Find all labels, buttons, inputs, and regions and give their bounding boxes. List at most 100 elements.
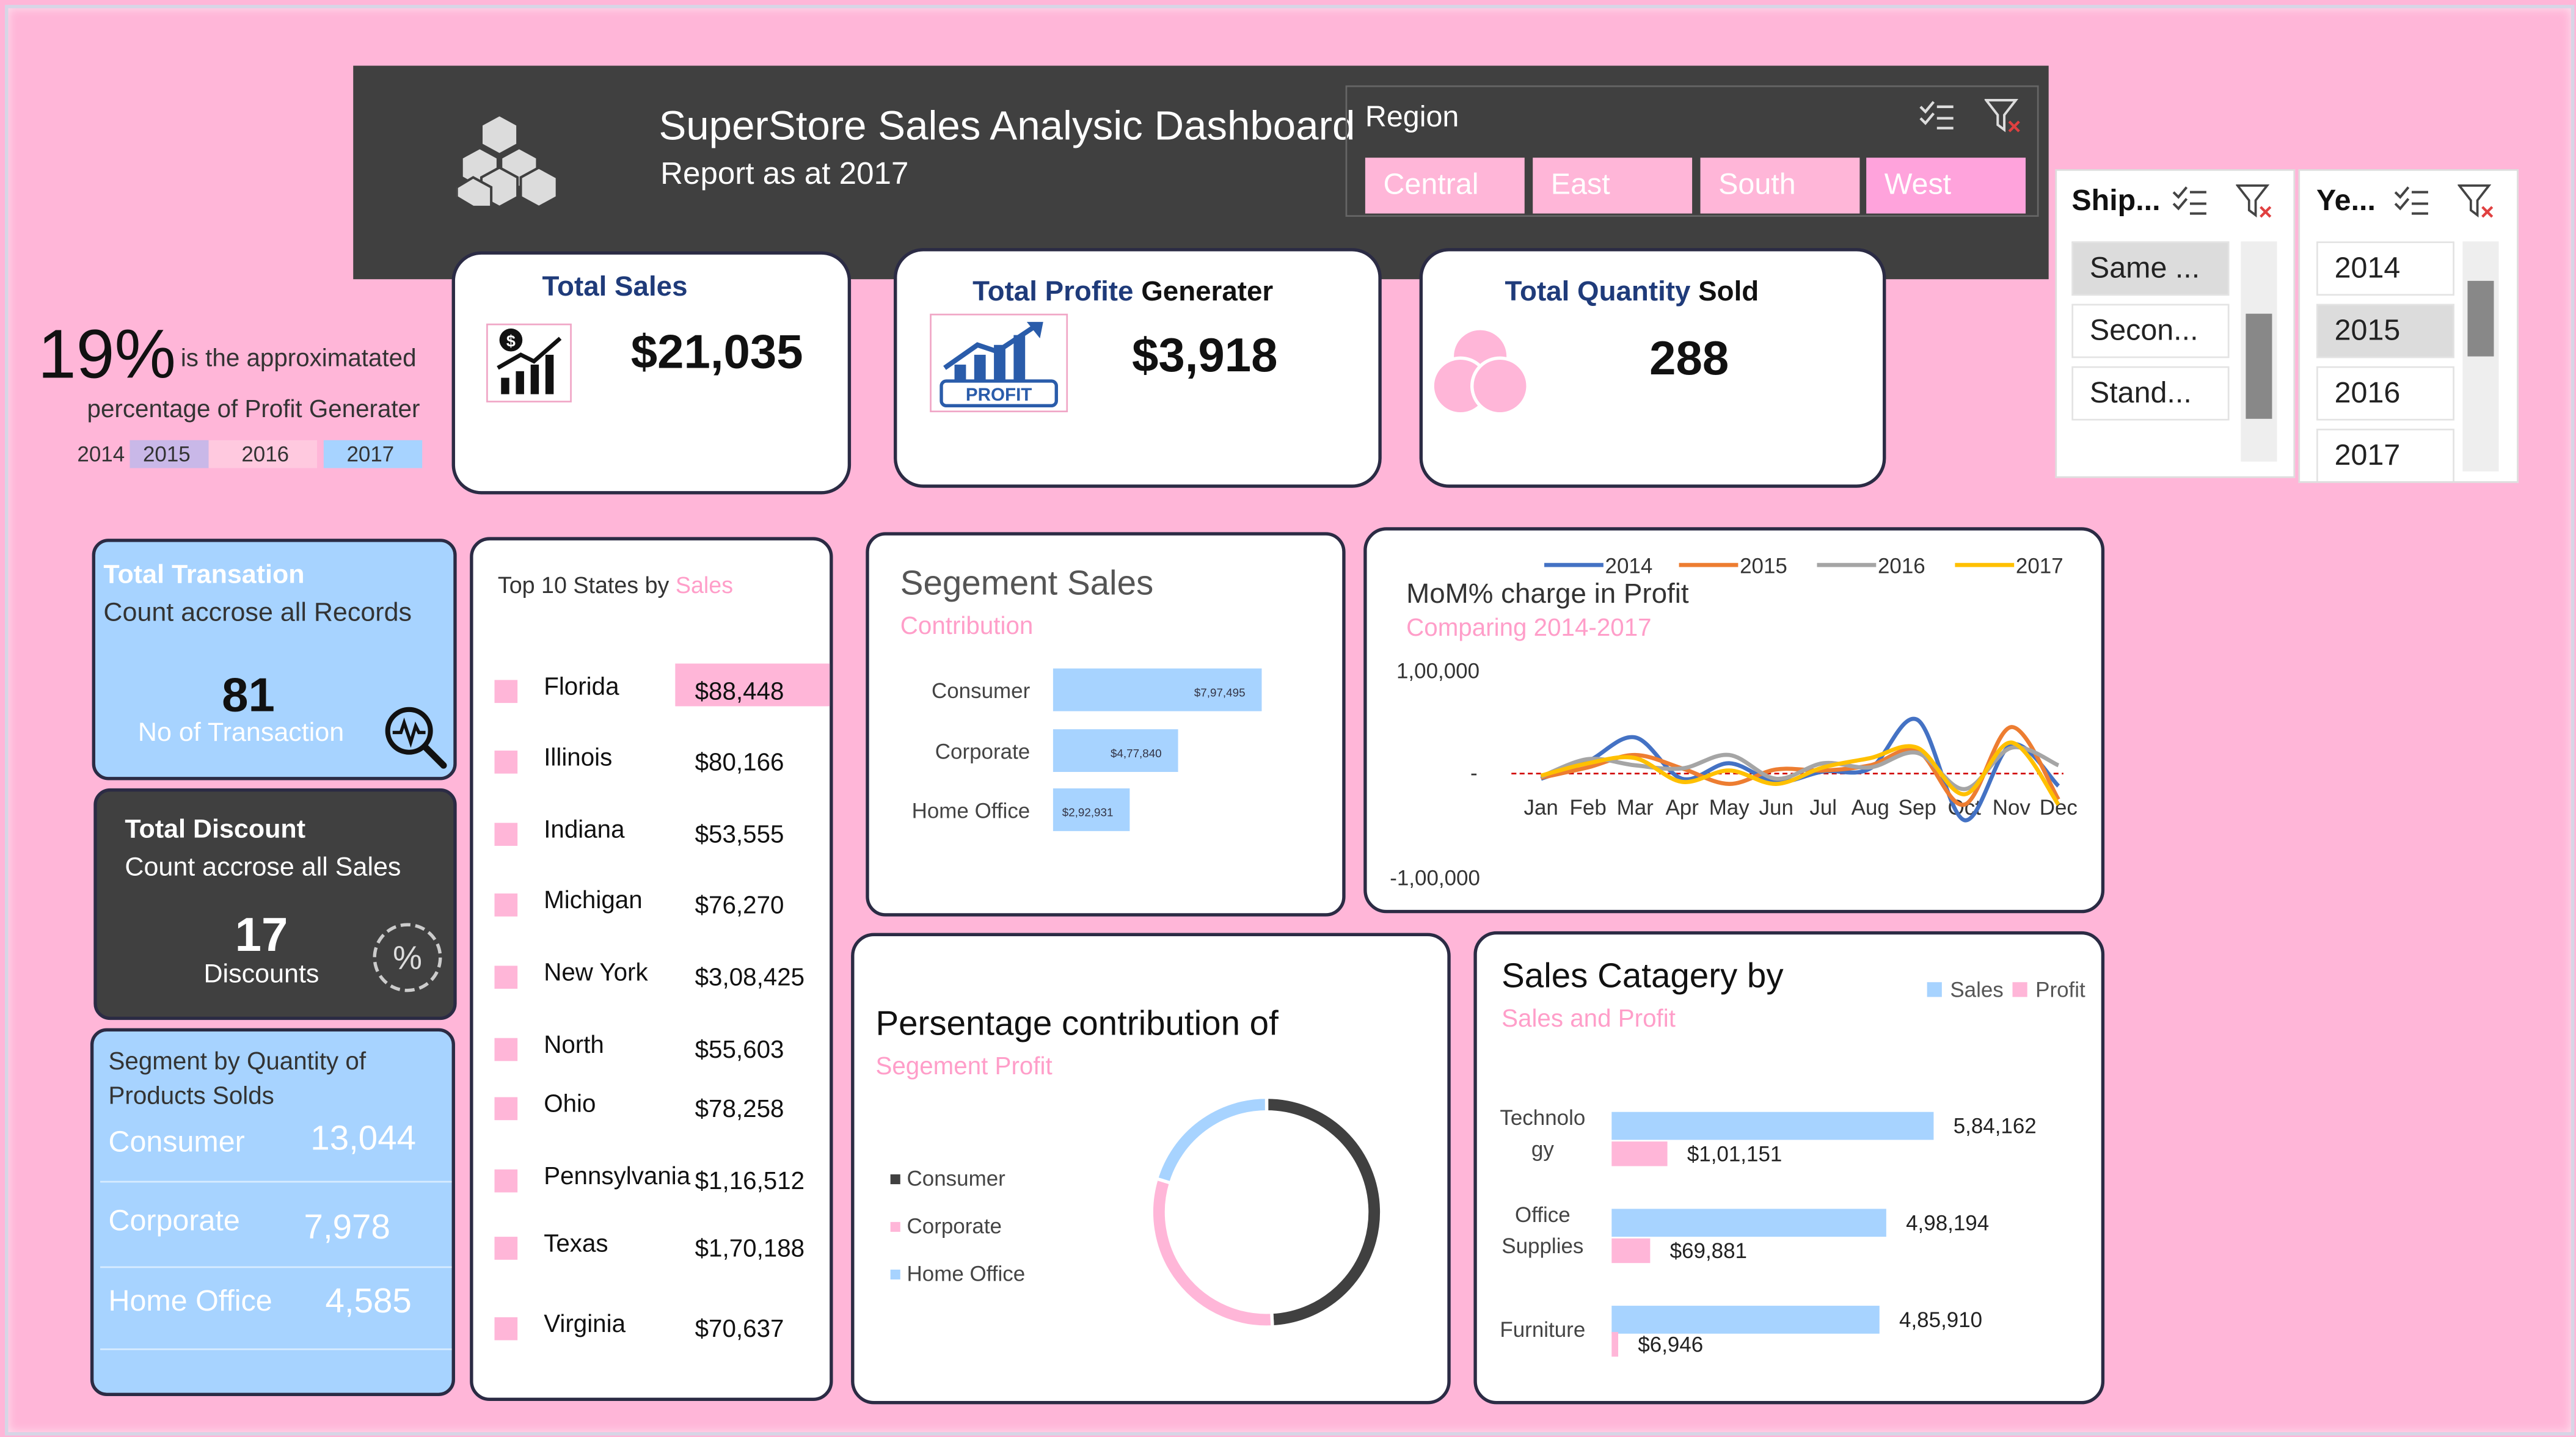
year-option-2017[interactable]: 2017 xyxy=(2316,428,2454,481)
region-label-east: East xyxy=(1550,167,1610,201)
legend-label: 2014 xyxy=(1605,555,1653,578)
state-marker xyxy=(494,893,518,917)
segment-qty-value: 4,585 xyxy=(325,1282,412,1321)
year-slicer[interactable]: Ye... 2014 2015 2016 2017 xyxy=(2298,169,2519,483)
segment-profit-donut-card: Persentage contribution of Segement Prof… xyxy=(851,933,1451,1405)
year-key-2014: 2014 xyxy=(70,440,130,468)
state-marker xyxy=(494,1169,518,1193)
x-tick-label: Jun xyxy=(1759,796,1793,820)
x-tick-label: Feb xyxy=(1570,796,1607,820)
state-marker xyxy=(494,966,518,989)
y-tick-label: -1,00,000 xyxy=(1390,867,1480,890)
clear-filter-icon[interactable] xyxy=(2235,184,2275,220)
profit-bar xyxy=(1611,1141,1668,1166)
state-name: Florida xyxy=(544,673,619,702)
state-marker xyxy=(494,680,518,704)
region-button-west[interactable]: West xyxy=(1866,158,2026,214)
venn-circles-icon xyxy=(1426,324,1534,422)
ship-scroll-thumb[interactable] xyxy=(2246,313,2272,419)
year-key-label: 2016 xyxy=(241,442,290,467)
ship-mode-slicer[interactable]: Ship... Same ... Secon... Stand... xyxy=(2055,169,2296,478)
state-name: Michigan xyxy=(544,887,643,915)
region-button-south[interactable]: South xyxy=(1700,158,1860,214)
year-color-key: 2014 2015 2016 2017 xyxy=(70,440,426,468)
x-tick-label: Jul xyxy=(1809,796,1837,820)
category-label: Office xyxy=(1515,1203,1571,1227)
donut-legend-label: Home Office xyxy=(907,1262,1026,1286)
ship-option-same-day[interactable]: Same ... xyxy=(2071,241,2230,296)
ship-option-second-class[interactable]: Secon... xyxy=(2071,304,2230,358)
sales-bar xyxy=(1611,1111,1934,1140)
total-sales-value: $21,035 xyxy=(630,327,803,380)
state-marker xyxy=(494,823,518,846)
legend-label: 2017 xyxy=(2016,555,2063,578)
state-marker xyxy=(494,751,518,774)
discount-subtitle: Count accrose all Sales xyxy=(125,854,401,882)
sales-bar xyxy=(1611,1209,1886,1237)
region-label-south: South xyxy=(1718,167,1796,201)
state-marker xyxy=(494,1038,518,1061)
total-quantity-value: 288 xyxy=(1649,333,1729,387)
region-button-central[interactable]: Central xyxy=(1365,158,1525,214)
year-option-2015[interactable]: 2015 xyxy=(2316,304,2454,358)
divider xyxy=(100,1266,452,1268)
region-button-east[interactable]: East xyxy=(1533,158,1693,214)
multi-select-icon[interactable] xyxy=(2172,186,2208,219)
segment-sales-category-label: Consumer xyxy=(932,679,1031,703)
segment-sales-title: Segement Sales xyxy=(900,565,1154,603)
profit-bar xyxy=(1611,1332,1619,1357)
boxes-logo-icon xyxy=(455,112,578,210)
donut-legend-label: Consumer xyxy=(907,1167,1006,1191)
segment-qty-name: Consumer xyxy=(108,1125,245,1159)
clear-filter-icon[interactable] xyxy=(1983,98,2024,134)
sales-chart-icon: $ xyxy=(486,323,572,402)
transaction-subtitle: Count accrose all Records xyxy=(103,599,412,628)
state-sales-value: $78,258 xyxy=(695,1095,784,1124)
profit-percentage-text-2: percentage of Profit Generater xyxy=(87,396,420,424)
state-name: Ohio xyxy=(544,1090,596,1119)
region-slicer[interactable]: Region Central East South West xyxy=(1345,85,2039,217)
ship-slicer-scrollbar[interactable] xyxy=(2241,241,2277,462)
year-scroll-thumb[interactable] xyxy=(2467,280,2494,357)
multi-select-icon[interactable] xyxy=(1919,100,1955,133)
donut-legend-swatch xyxy=(890,1174,900,1185)
profit-bar xyxy=(1611,1238,1651,1264)
svg-text:$: $ xyxy=(506,332,516,350)
profit-percentage-text-1: is the approximatated xyxy=(180,344,417,373)
profit-bar-label: $1,01,151 xyxy=(1687,1142,1782,1166)
y-tick-label: 1,00,000 xyxy=(1396,660,1480,683)
x-tick-label: Sep xyxy=(1899,796,1936,820)
total-quantity-title-a: Total Quantity xyxy=(1505,275,1691,307)
state-name: Virginia xyxy=(544,1311,626,1339)
total-transaction-card: Total Transation Count accrose all Recor… xyxy=(92,539,457,780)
sales-bar-label: 4,98,194 xyxy=(1906,1211,1989,1235)
multi-select-icon[interactable] xyxy=(2393,186,2429,219)
total-sales-card: Total Sales $ $21,035 xyxy=(451,251,852,495)
sales-category-card: Sales Catagery by Sales and Profit Sales… xyxy=(1473,931,2105,1405)
region-label-west: West xyxy=(1884,167,1952,201)
legend-label: 2016 xyxy=(1878,555,1925,578)
profit-graph-icon: PROFIT xyxy=(930,313,1068,413)
state-sales-value: $1,70,188 xyxy=(695,1235,805,1264)
segment-sales-category-label: Home Office xyxy=(912,799,1031,823)
segment-profit-donut: Consumer Corporate Home Office xyxy=(890,1095,1384,1329)
year-option-2014[interactable]: 2014 xyxy=(2316,241,2454,296)
segment-qty-value: 7,978 xyxy=(304,1209,390,1247)
year-option-2016[interactable]: 2016 xyxy=(2316,366,2454,421)
x-tick-label: May xyxy=(1709,796,1750,820)
donut-legend-label: Corporate xyxy=(907,1215,1002,1239)
dashboard-subtitle: Report as at 2017 xyxy=(660,158,909,192)
segment-sales-chart: Consumer $7,97,495 Corporate $4,77,840 Home … xyxy=(912,668,1262,831)
state-sales-value: $55,603 xyxy=(695,1036,784,1064)
top-states-title-highlight: Sales xyxy=(675,571,734,598)
region-slicer-title: Region xyxy=(1365,100,1459,133)
year-slicer-scrollbar[interactable] xyxy=(2462,241,2499,471)
year-key-2017: 2017 xyxy=(323,440,423,468)
ship-option-standard-class[interactable]: Stand... xyxy=(2071,366,2230,421)
total-profit-title-a: Total Profite xyxy=(972,275,1134,307)
state-marker xyxy=(494,1237,518,1260)
state-sales-value: $80,166 xyxy=(695,749,784,777)
series-line-2015 xyxy=(1540,725,2060,807)
discount-value: 17 xyxy=(235,909,288,962)
clear-filter-icon[interactable] xyxy=(2457,184,2497,220)
